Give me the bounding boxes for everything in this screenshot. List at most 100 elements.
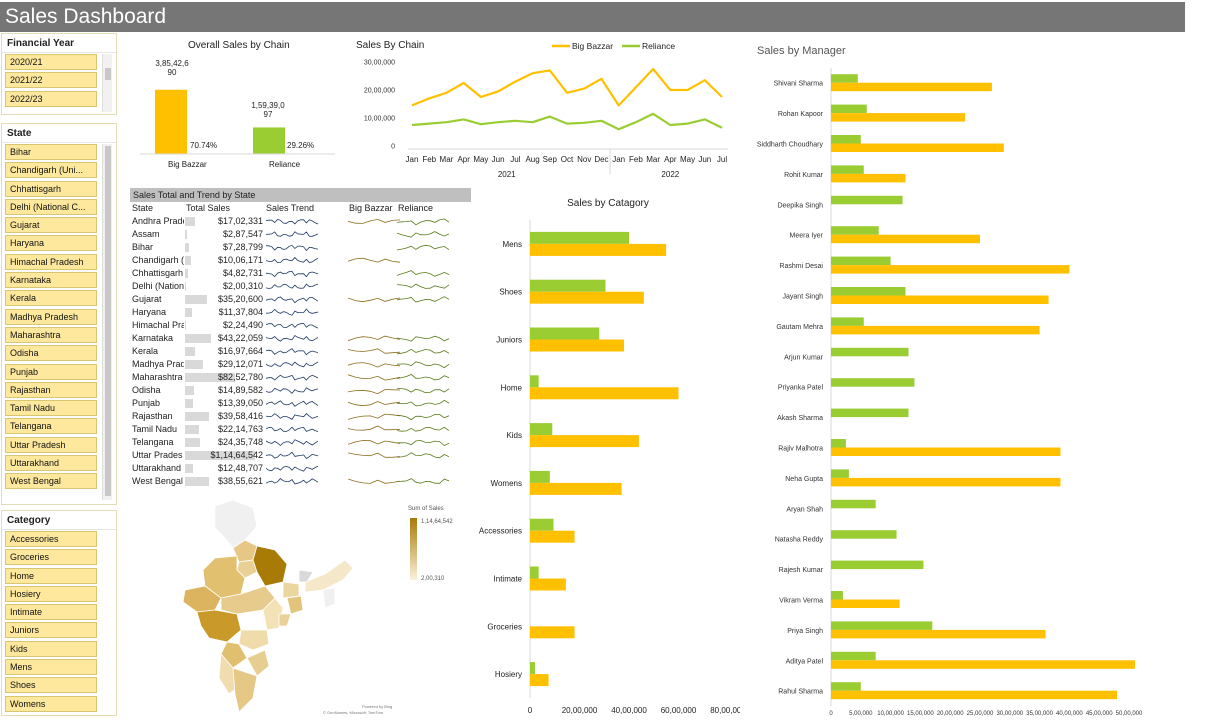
bar-big-bazzar [155,89,187,154]
slicer-item-bihar[interactable]: Bihar [5,144,97,160]
slicer-item-shoes[interactable]: Shoes [5,677,97,694]
state-scrollbar[interactable] [102,144,112,500]
manager-label: Arjun Kumar [784,354,824,361]
sparkline-path [348,348,401,354]
bar-big-bazzar [831,477,1061,487]
slicer-item-womens[interactable]: Womens [5,695,97,712]
row-state-name: Haryana [132,307,167,317]
sales-trend-sparkline [266,219,319,225]
bar-reliance [530,518,554,531]
row-total-sales: $22,14,763 [217,424,263,434]
india-sales-map[interactable] [175,498,375,716]
manager-label: Priyanka Patel [778,385,824,392]
reliance-sparkline [397,373,450,381]
sparkline-path [397,452,450,459]
row-total-sales: $2,87,547 [222,229,263,239]
category-label: Groceries [487,622,522,631]
big-bazzar-data-label: 3,85,42,6 90 [155,59,189,77]
table-row: Himachal Pra $2,24,490 [130,319,471,332]
col-total-sales: Total Sales [186,203,231,213]
reliance-sparkline [397,296,450,303]
big-bazzar-sparkline [348,362,401,368]
row-total-sales: $35,20,600 [217,294,263,304]
sales-by-category-chart: Sales by Catagory Mens Shoes Juniors Home Kid… [479,198,740,715]
big-bazzar-sparkline [348,348,401,354]
bar-reliance [831,408,909,418]
state-table-header: State Total Sales Sales Trend Big Bazzar… [130,202,471,215]
slicer-item-himachal-pradesh[interactable]: Himachal Pradesh [5,253,97,270]
sparkline-path [348,452,401,458]
slicer-item-tamil-nadu[interactable]: Tamil Nadu [5,400,97,417]
sparkline-path [348,478,401,484]
category-label: Womens [491,479,522,488]
slicer-item-accessories[interactable]: Accessories [5,531,97,547]
slicer-item-home[interactable]: Home [5,567,97,584]
row-total-sales: $16,97,664 [217,346,263,356]
series-line-reliance [411,112,723,131]
slicer-item-uttarakhand[interactable]: Uttarakhand [5,455,97,472]
financial-year-scrollbar[interactable] [102,54,112,112]
sparkline-path [266,334,319,342]
slicer-item-juniors[interactable]: Juniors [5,622,97,639]
sparkline-path [266,283,319,289]
slicer-item-2022-23[interactable]: 2022/23 [5,90,97,107]
manager-label: Shivani Sharma [774,81,824,88]
slicer-item-chhattisgarh[interactable]: Chhattisgarh [5,180,97,197]
x-tick-label: 5,00,000 [849,711,873,717]
table-row: Tamil Nadu $22,14,763 [130,423,471,436]
slicer-item-2021-22[interactable]: 2021/22 [5,72,97,89]
reliance-sparkline [397,414,450,421]
sparkline-path [348,362,401,368]
bar-reliance [831,195,903,205]
slicer-item-maharashtra[interactable]: Maharashtra [5,326,97,343]
big-bazzar-sparkline [348,440,401,445]
slicer-item-kids[interactable]: Kids [5,640,97,657]
slicer-item-telangana[interactable]: Telangana [5,418,97,435]
slicer-item-gujarat[interactable]: Gujarat [5,217,97,234]
sales-trend-sparkline [266,231,319,237]
row-state-name: Delhi (Nation [132,281,184,291]
reliance-sparkline [397,244,450,251]
slicer-item-2020-21[interactable]: 2020/21 [5,54,97,70]
bar-big-bazzar [831,660,1135,669]
slicer-item-mens[interactable]: Mens [5,659,97,676]
x-tick-label: Jun [698,155,711,164]
slicer-item-karnataka[interactable]: Karnataka [5,272,97,289]
bar-big-bazzar [530,435,639,448]
slicer-item-madhya-pradesh[interactable]: Madhya Pradesh [5,308,97,325]
slicer-title-state: State [2,124,116,143]
y-tick-label: 30,00,000 [364,60,395,67]
slicer-item-odisha[interactable]: Odisha [5,345,97,362]
slicer-item-intimate[interactable]: Intimate [5,604,97,621]
slicer-item-kerala[interactable]: Kerala [5,290,97,307]
sparkline-path [397,388,450,394]
sparkline-path [348,335,401,342]
slicer-item-hosiery[interactable]: Hosiery [5,585,97,602]
slicer-item-chandigarh-uni-[interactable]: Chandigarh (Uni... [5,162,97,179]
sparkline-path [266,231,319,237]
bar-reliance [831,104,867,114]
sparkline-path [266,400,319,407]
slicer-item-groceries[interactable]: Groceries [5,549,97,566]
row-total-sales: $12,48,707 [217,463,263,473]
x-tick-label: 20,00,000 [937,711,964,717]
slicer-item-delhi-national-c-[interactable]: Delhi (National C... [5,198,97,215]
table-row: Assam $2,87,547 [130,228,471,241]
bar-reliance [831,560,924,570]
slicer-item-uttar-pradesh[interactable]: Uttar Pradesh [5,436,97,453]
slicer-item-haryana[interactable]: Haryana [5,235,97,252]
scroll-thumb[interactable] [105,68,111,80]
table-row: Maharashtra $82,52,780 [130,371,471,384]
sales-trend-sparkline [266,334,319,342]
category-label: Juniors [496,336,522,345]
slicer-item-west-bengal[interactable]: West Bengal [5,473,97,490]
row-state-name: Gujarat [132,294,162,304]
slicer-item-punjab[interactable]: Punjab [5,363,97,380]
scroll-thumb[interactable] [105,146,111,496]
slicer-item-rajasthan[interactable]: Rajasthan [5,381,97,398]
x-tick-label: 60,00,000 [661,706,697,715]
manager-label: Deepika Singh [777,202,823,209]
row-total-sales: $39,58,416 [217,411,263,421]
x-tick-label: Sep [543,155,558,164]
x-tick-label: Mar [646,155,660,164]
